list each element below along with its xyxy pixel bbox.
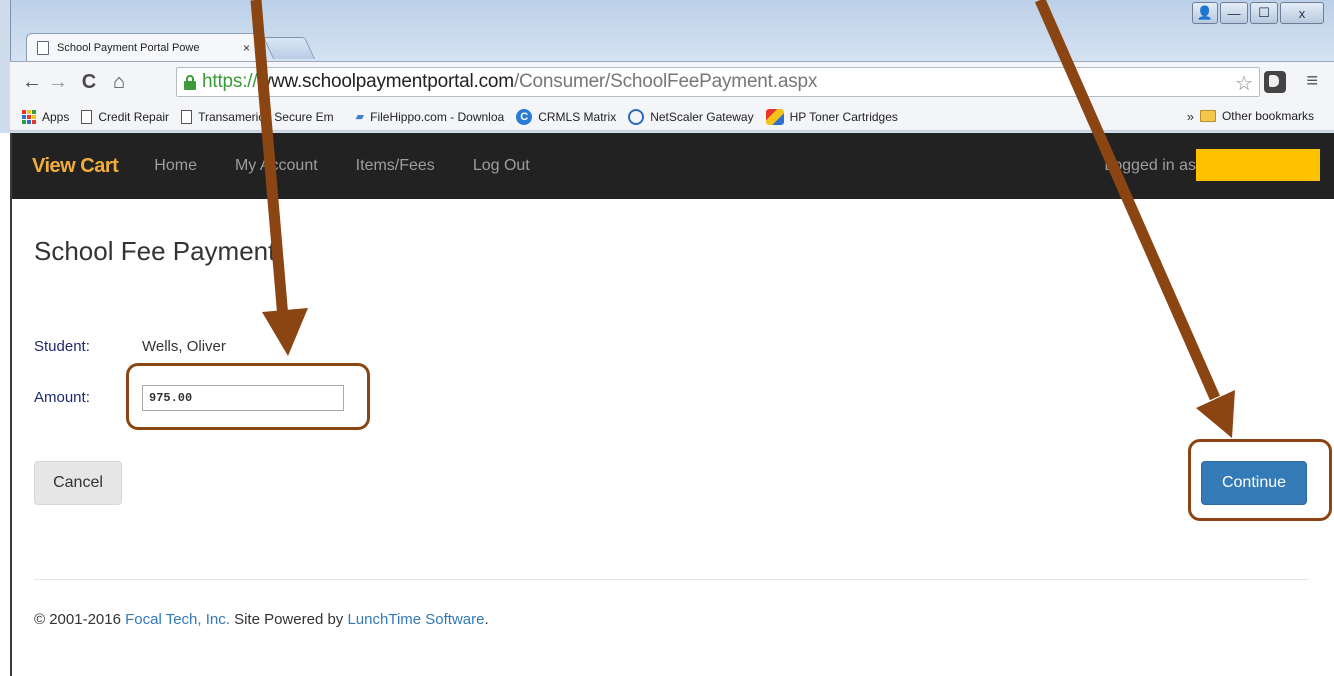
- home-icon[interactable]: ⌂: [110, 71, 128, 94]
- page-icon: [181, 109, 193, 124]
- apps-icon: [22, 109, 36, 124]
- browser-tab[interactable]: School Payment Portal Powe ×: [26, 33, 264, 61]
- maximize-icon[interactable]: ☐: [1250, 2, 1278, 24]
- menu-icon[interactable]: ≡: [1306, 70, 1318, 93]
- other-bookmarks[interactable]: Other bookmarks: [1199, 109, 1314, 123]
- user-icon[interactable]: 👤: [1192, 2, 1218, 24]
- focal-tech-link[interactable]: Focal Tech, Inc.: [125, 611, 230, 628]
- page-title: School Fee Payment: [34, 236, 276, 266]
- forward-icon[interactable]: →: [48, 71, 68, 94]
- bookmark-transamerica[interactable]: Transamerica Secure Em: [181, 109, 334, 124]
- redacted-username: [1196, 149, 1320, 181]
- bookmarks-bar: Apps Credit Repair Transamerica Secure E…: [10, 103, 1334, 131]
- minimize-icon[interactable]: —: [1220, 2, 1248, 24]
- tab-close-icon[interactable]: ×: [243, 41, 250, 55]
- nav-home[interactable]: Home: [154, 157, 197, 175]
- bookmark-crmls[interactable]: C CRMLS Matrix: [516, 108, 616, 125]
- bookmark-apps[interactable]: Apps: [22, 109, 69, 124]
- filehippo-icon: ▰: [355, 111, 365, 123]
- crmls-icon: C: [516, 108, 533, 125]
- bookmark-netscaler[interactable]: NetScaler Gateway: [628, 108, 754, 125]
- netscaler-icon: [628, 108, 645, 125]
- close-icon[interactable]: x: [1280, 2, 1324, 24]
- footer-divider: [34, 579, 1308, 580]
- bookmark-filehippo[interactable]: ▰ FileHippo.com - Downloa: [356, 110, 505, 124]
- student-label: Student:: [34, 338, 90, 355]
- bookmark-credit-repair[interactable]: Credit Repair: [81, 109, 169, 124]
- reload-icon[interactable]: C: [80, 71, 98, 94]
- cancel-button[interactable]: Cancel: [34, 461, 122, 505]
- nav-my-account[interactable]: My Account: [235, 157, 318, 175]
- extension-icon[interactable]: [1264, 71, 1286, 93]
- logged-in-text: Logged in as: [1104, 157, 1196, 174]
- nav-log-out[interactable]: Log Out: [473, 157, 530, 175]
- hp-icon: [765, 108, 784, 125]
- bookmark-star-icon[interactable]: ☆: [1235, 71, 1253, 96]
- footer: © 2001-2016 Focal Tech, Inc. Site Powere…: [34, 611, 489, 628]
- page-icon: [37, 40, 49, 55]
- view-cart-link[interactable]: View Cart: [32, 155, 119, 178]
- student-value: Wells, Oliver: [142, 338, 226, 355]
- amount-label: Amount:: [34, 389, 90, 406]
- lock-icon: [183, 74, 197, 90]
- browser-chrome: 👤 — ☐ x School Payment Portal Powe × ← →…: [0, 0, 1334, 133]
- site-navbar: View Cart Home My Account Items/Fees Log…: [12, 133, 1334, 199]
- amount-highlight-box: [126, 363, 370, 430]
- tab-title: School Payment Portal Powe: [57, 41, 200, 54]
- bookmark-hp-toner[interactable]: HP Toner Cartridges: [765, 108, 898, 125]
- address-bar[interactable]: https://www.schoolpaymentportal.com/Cons…: [176, 67, 1260, 97]
- nav-items-fees[interactable]: Items/Fees: [356, 157, 435, 175]
- browser-toolbar: ← → C ⌂ https://www.schoolpaymentportal.…: [10, 61, 1334, 103]
- page-icon: [81, 109, 93, 124]
- continue-highlight-box: [1188, 439, 1332, 521]
- lunchtime-link[interactable]: LunchTime Software: [347, 611, 484, 628]
- more-bookmarks-icon[interactable]: »: [1187, 109, 1194, 124]
- back-icon[interactable]: ←: [22, 71, 42, 94]
- window-controls: 👤 — ☐ x: [1192, 2, 1324, 24]
- folder-icon: [1199, 110, 1216, 122]
- url-text: https://www.schoolpaymentportal.com/Cons…: [202, 71, 818, 92]
